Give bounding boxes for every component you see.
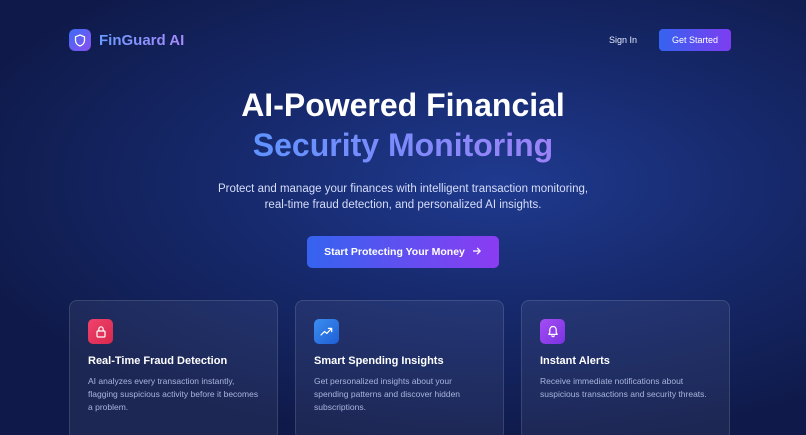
sign-in-link[interactable]: Sign In xyxy=(609,35,637,45)
start-protecting-button[interactable]: Start Protecting Your Money xyxy=(307,236,499,268)
get-started-button[interactable]: Get Started xyxy=(658,29,731,51)
cta-label: Start Protecting Your Money xyxy=(324,246,465,258)
feature-card-spending-insights: Smart Spending Insights Get personalized… xyxy=(295,300,504,435)
lock-icon xyxy=(88,319,113,344)
hero-title-highlight: Security Monitoring xyxy=(253,123,553,167)
nav-actions: Sign In Get Started xyxy=(609,29,731,51)
feature-card-fraud-detection: Real-Time Fraud Detection AI analyzes ev… xyxy=(69,300,278,435)
shield-icon xyxy=(69,29,91,51)
feature-description: AI analyzes every transaction instantly,… xyxy=(88,376,259,412)
bell-icon xyxy=(540,319,565,344)
hero-subtitle-line: real-time fraud detection, and personali… xyxy=(264,199,542,211)
brand-logo[interactable]: FinGuard AI xyxy=(69,29,184,51)
hero-subtitle-line: Protect and manage your finances with in… xyxy=(217,183,589,195)
brand-name: FinGuard AI xyxy=(99,31,185,49)
feature-title: Instant Alerts xyxy=(540,355,610,367)
feature-title: Smart Spending Insights xyxy=(314,355,444,367)
top-nav: FinGuard AI Sign In Get Started xyxy=(69,28,731,52)
feature-title: Real-Time Fraud Detection xyxy=(88,355,228,367)
feature-cards: Real-Time Fraud Detection AI analyzes ev… xyxy=(69,300,730,435)
trending-up-icon xyxy=(314,319,339,344)
feature-card-instant-alerts: Instant Alerts Receive immediate notific… xyxy=(521,300,730,435)
hero-subtitle: Protect and manage your finances with in… xyxy=(0,181,806,213)
hero-title: AI-Powered Financial xyxy=(241,87,565,123)
feature-description: Receive immediate notifications about su… xyxy=(540,376,707,399)
arrow-right-icon xyxy=(472,246,482,259)
feature-description: Get personalized insights about your spe… xyxy=(314,376,461,412)
hero-section: AI-Powered Financial Security Monitoring… xyxy=(0,86,806,268)
